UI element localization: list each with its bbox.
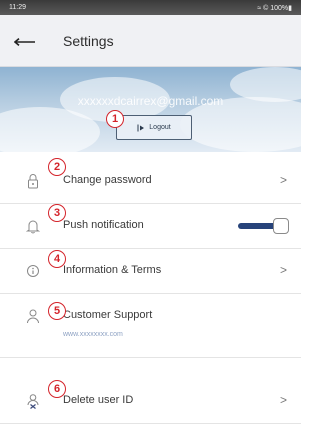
menu-item-customer-support[interactable]: Customer Support www.xxxxxxxx.com (0, 294, 301, 358)
person-icon (27, 309, 39, 324)
logout-icon (137, 124, 145, 131)
remove-user-icon (27, 394, 39, 409)
callout-badge: 2 (48, 158, 66, 176)
menu-item-label: Delete user ID (63, 394, 134, 406)
chevron-right-icon: > (279, 263, 287, 277)
callout-badge: 5 (48, 302, 66, 320)
status-bar: 11:29 ≈ © 100%▮ (0, 0, 301, 15)
status-time: 11:29 (9, 4, 26, 11)
menu-item-label: Customer Support (63, 309, 153, 321)
lock-icon (28, 174, 38, 189)
menu-item-label: Change password (63, 174, 152, 186)
bell-icon (26, 220, 40, 234)
account-email: xxxxxxdcairrex@gmail.com (77, 94, 224, 108)
account-banner: xxxxxxdcairrex@gmail.com Logout (0, 67, 301, 152)
menu-item-delete-user[interactable]: Delete user ID > (0, 379, 301, 424)
toggle-knob (273, 218, 289, 234)
chevron-right-icon: > (279, 173, 287, 187)
callout-badge: 6 (48, 380, 66, 398)
menu-item-label: Information & Terms (63, 264, 162, 276)
menu-item-change-password[interactable]: Change password > (0, 159, 301, 204)
page-title: Settings (63, 33, 114, 49)
info-icon (27, 265, 39, 277)
support-website-link[interactable]: www.xxxxxxxx.com (63, 331, 123, 338)
callout-badge: 1 (106, 110, 124, 128)
app-bar: Settings (0, 15, 301, 67)
push-notification-toggle[interactable] (238, 218, 289, 234)
menu-item-information-terms[interactable]: Information & Terms > (0, 249, 301, 294)
callout-badge: 3 (48, 204, 66, 222)
status-indicators: ≈ © 100%▮ (257, 5, 292, 12)
menu-item-push-notification[interactable]: Push notification (0, 204, 301, 249)
chevron-right-icon: > (279, 393, 287, 407)
logout-button[interactable]: Logout (116, 115, 192, 140)
callout-badge: 4 (48, 250, 66, 268)
menu-item-label: Push notification (63, 219, 144, 231)
arrow-left-icon[interactable] (14, 38, 36, 46)
logout-label: Logout (149, 124, 171, 131)
